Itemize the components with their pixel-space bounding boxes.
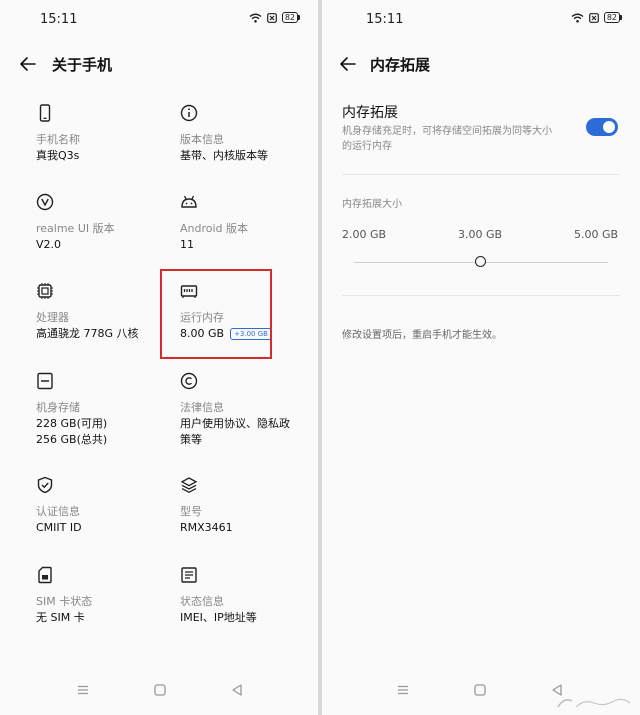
expansion-size-slider-knob[interactable] (475, 256, 486, 267)
phone-icon (36, 104, 54, 122)
info-item-sim-status[interactable]: SIM 卡状态 无 SIM 卡 (36, 566, 176, 626)
memory-expansion-toggle[interactable] (586, 118, 618, 136)
memory-expansion-setting-title: 内存拓展 (342, 105, 398, 121)
no-sim-icon (588, 12, 599, 23)
restart-note: 修改设置项后，重启手机才能生效。 (342, 330, 502, 341)
wifi-icon (571, 13, 584, 23)
item-value: CMIIT ID (36, 521, 82, 534)
status-bar: 15:11 82 (322, 0, 640, 40)
item-label: 手机名称 (36, 133, 80, 146)
battery-level: 82 (603, 12, 620, 23)
setting-desc-line: 机身存储充足时，可将存储空间拓展为同等大小 (342, 126, 552, 137)
item-label: SIM 卡状态 (36, 595, 93, 608)
item-value: 基带、内核版本等 (180, 149, 268, 162)
item-value: 用户使用协议、隐私政 (180, 417, 290, 430)
size-option-2gb[interactable]: 2.00 GB (342, 228, 386, 241)
item-label: realme UI 版本 (36, 222, 115, 235)
menu-icon[interactable] (396, 683, 410, 697)
item-value: RMX3461 (180, 521, 233, 534)
divider (342, 295, 620, 296)
item-label: 认证信息 (36, 505, 80, 518)
app-bar: 内存拓展 (322, 46, 640, 82)
info-item-storage[interactable]: 机身存储 228 GB(可用) 256 GB(总共) (36, 372, 176, 448)
home-icon[interactable] (153, 683, 167, 697)
shield-check-icon (36, 476, 54, 494)
info-item-version[interactable]: 版本信息 基带、内核版本等 (180, 104, 318, 164)
home-icon[interactable] (473, 683, 487, 697)
memory-expansion-screen: 15:11 82 内存拓展 内存拓展 机身存储充足时，可将存储空间拓展为同等大小… (322, 0, 640, 715)
status-icons: 82 (571, 12, 622, 23)
item-value: IMEI、IP地址等 (180, 611, 257, 624)
info-item-certification[interactable]: 认证信息 CMIIT ID (36, 476, 176, 536)
battery-icon: 82 (603, 12, 622, 23)
item-label: 状态信息 (180, 595, 224, 608)
storage-icon (36, 372, 54, 390)
divider (342, 174, 620, 175)
app-bar: 关于手机 (0, 46, 318, 82)
sim-card-icon (36, 566, 54, 584)
back-triangle-icon[interactable] (230, 683, 244, 697)
ram-highlight-box (160, 269, 272, 359)
info-item-legal[interactable]: 法律信息 用户使用协议、隐私政 策等 (180, 372, 318, 448)
status-icons: 82 (249, 12, 300, 23)
item-value-secondary: 256 GB(总共) (36, 433, 108, 446)
status-time: 15:11 (366, 12, 404, 27)
setting-desc-line: 的运行内存 (342, 141, 392, 152)
expansion-size-label: 内存拓展大小 (342, 199, 402, 210)
info-item-status[interactable]: 状态信息 IMEI、IP地址等 (180, 566, 318, 626)
info-item-android[interactable]: Android 版本 11 (180, 193, 318, 253)
toggle-knob (603, 121, 615, 133)
back-arrow-icon[interactable] (18, 54, 38, 74)
item-label: 法律信息 (180, 401, 224, 414)
item-label: 型号 (180, 505, 202, 518)
copyright-icon (180, 372, 198, 390)
page-title: 内存拓展 (370, 56, 431, 74)
item-value: 11 (180, 238, 194, 251)
realme-v-icon (36, 193, 54, 211)
document-list-icon (180, 566, 198, 584)
back-arrow-icon[interactable] (338, 54, 358, 74)
battery-icon: 82 (281, 12, 300, 23)
status-time: 15:11 (40, 12, 78, 27)
item-value: 高通骁龙 778G 八核 (36, 327, 139, 340)
menu-icon[interactable] (76, 683, 90, 697)
item-value: 无 SIM 卡 (36, 611, 85, 624)
item-label: 机身存储 (36, 401, 80, 414)
chip-icon (36, 282, 54, 300)
item-value: V2.0 (36, 238, 62, 251)
info-item-processor[interactable]: 处理器 高通骁龙 778G 八核 (36, 282, 176, 342)
info-item-phone-name[interactable]: 手机名称 真我Q3s (36, 104, 176, 164)
size-option-3gb[interactable]: 3.00 GB (458, 228, 502, 241)
item-label: 版本信息 (180, 133, 224, 146)
battery-level: 82 (281, 12, 298, 23)
wifi-icon (249, 13, 262, 23)
item-value-secondary: 策等 (180, 433, 202, 446)
watermark-logo-icon (557, 698, 631, 708)
memory-expansion-setting-desc: 机身存储充足时，可将存储空间拓展为同等大小 的运行内存 (342, 124, 572, 154)
info-item-model[interactable]: 型号 RMX3461 (180, 476, 318, 536)
item-label: 处理器 (36, 311, 69, 324)
android-icon (180, 193, 198, 211)
item-value: 228 GB(可用) (36, 417, 108, 430)
layers-icon (180, 476, 198, 494)
no-sim-icon (266, 12, 277, 23)
item-label: Android 版本 (180, 222, 249, 235)
item-value: 真我Q3s (36, 149, 80, 162)
about-phone-screen: 15:11 82 关于手机 手机名称 真我Q3s 版本信息 基带、内核版本等 r… (0, 0, 318, 715)
info-icon (180, 104, 198, 122)
status-bar: 15:11 82 (0, 0, 318, 40)
page-title: 关于手机 (52, 56, 113, 74)
size-option-5gb[interactable]: 5.00 GB (574, 228, 618, 241)
navigation-bar (0, 679, 318, 703)
info-item-realme-ui[interactable]: realme UI 版本 V2.0 (36, 193, 176, 253)
